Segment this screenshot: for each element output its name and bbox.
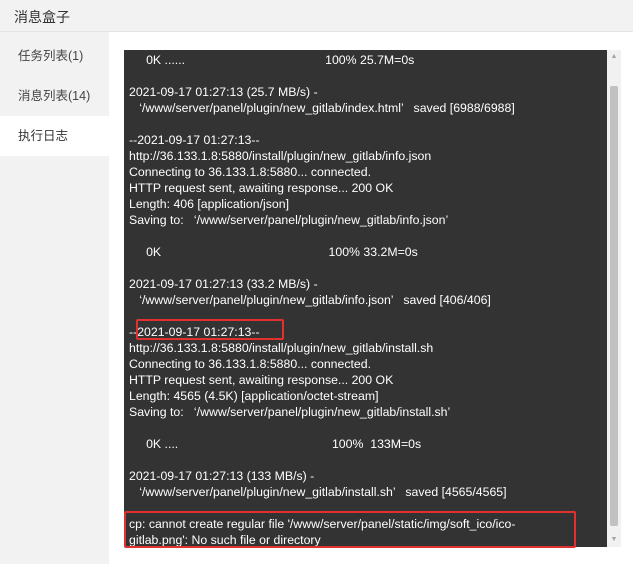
log-line: HTTP request sent, awaiting response... … [129,373,394,387]
log-line: Length: 406 [application/json] [129,197,289,211]
window-title: 消息盒子 [14,9,70,25]
scroll-down-arrow-icon[interactable]: ▼ [607,533,621,547]
scroll-up-arrow-icon[interactable]: ▲ [607,50,621,64]
sidebar: 任务列表(1) 消息列表(14) 执行日志 [0,32,109,564]
window-titlebar: 消息盒子 [0,0,633,32]
log-line: 2021-09-17 01:27:13 (25.7 MB/s) - [129,85,318,99]
sidebar-item-label: 消息列表(14) [18,89,91,103]
log-line: ‘/www/server/panel/plugin/new_gitlab/ins… [129,485,507,499]
log-line: gitlab.png': No such file or directory [129,533,321,547]
log-line: Connecting to 36.133.1.8:5880... connect… [129,165,372,179]
log-line: Length: 4565 (4.5K) [application/octet-s… [129,389,379,403]
log-line: http://36.133.1.8:5880/install/plugin/ne… [129,341,434,355]
sidebar-item-message-list[interactable]: 消息列表(14) [0,76,109,116]
log-line: Connecting to 36.133.1.8:5880... connect… [129,357,372,371]
log-line: 0K 100% 33.2M=0s [129,245,418,259]
log-line: Saving to: ‘/www/server/panel/plugin/new… [129,405,451,419]
log-line: cp: cannot create regular file '/www/ser… [129,517,516,531]
log-line: 2021-09-17 01:27:13 (33.2 MB/s) - [129,277,318,291]
log-line: Saving to: ‘/www/server/panel/plugin/new… [129,213,449,227]
log-line: --2021-09-17 01:27:13-- [129,325,260,339]
log-line: HTTP request sent, awaiting response... … [129,181,394,195]
sidebar-item-label: 任务列表(1) [18,49,84,63]
sidebar-item-execution-log[interactable]: 执行日志 [0,116,109,156]
log-line: --2021-09-17 01:27:13-- [129,133,260,147]
main-content: 0K ...... 100% 25.7M=0s 2021-09-17 01:27… [109,32,633,564]
log-line: 2021-09-17 01:27:13 (133 MB/s) - [129,469,315,483]
log-line: ‘/www/server/panel/plugin/new_gitlab/inf… [129,293,491,307]
sidebar-item-task-list[interactable]: 任务列表(1) [0,36,109,76]
log-scrollbar[interactable]: ▲ ▼ [607,50,621,547]
log-panel[interactable]: 0K ...... 100% 25.7M=0s 2021-09-17 01:27… [124,50,621,547]
log-output: 0K ...... 100% 25.7M=0s 2021-09-17 01:27… [129,52,603,547]
sidebar-item-label: 执行日志 [18,129,69,143]
log-line: ‘/www/server/panel/plugin/new_gitlab/ind… [129,101,515,115]
log-line: 0K ...... 100% 25.7M=0s [129,53,415,67]
scroll-thumb[interactable] [610,86,618,526]
log-line: 0K .... 100% 133M=0s [129,437,422,451]
log-line: http://36.133.1.8:5880/install/plugin/ne… [129,149,432,163]
